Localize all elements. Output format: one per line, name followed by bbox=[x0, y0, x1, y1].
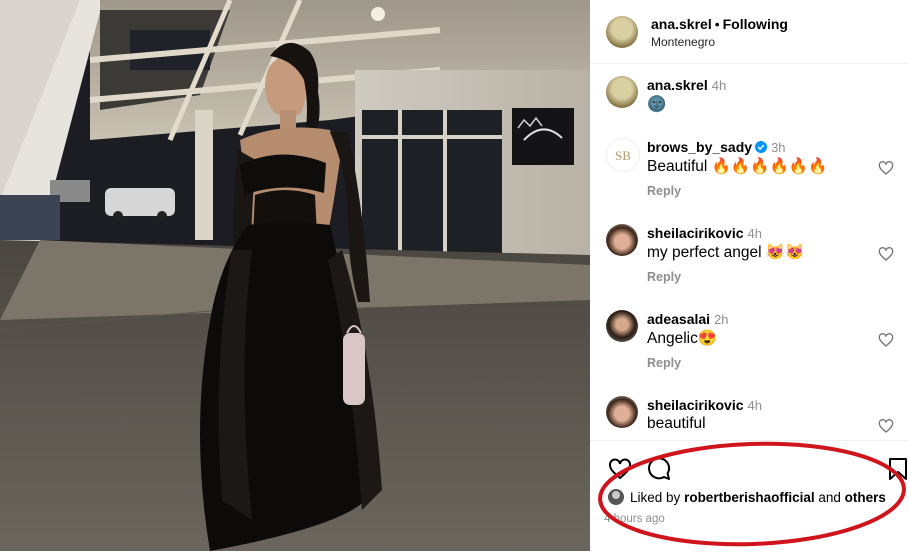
post-header: ana.skrel • Following Montenegro bbox=[590, 0, 909, 64]
comment-text: Beautiful 🔥🔥🔥🔥🔥🔥 bbox=[647, 158, 828, 175]
reply-button[interactable]: Reply bbox=[647, 184, 681, 198]
author-line: ana.skrel • Following bbox=[651, 16, 788, 32]
brand-logo-icon: SB bbox=[615, 148, 631, 163]
comment-header: sheilacirikovic 4h bbox=[647, 397, 762, 413]
reply-button[interactable]: Reply bbox=[647, 270, 681, 284]
author-avatar[interactable] bbox=[606, 16, 638, 48]
comment-text: my perfect angel 😻😻 bbox=[647, 244, 805, 261]
reply-button[interactable]: Reply bbox=[647, 356, 681, 370]
comment-header: sheilacirikovic 4h bbox=[647, 225, 762, 241]
commenter-username[interactable]: brows_by_sady bbox=[647, 139, 752, 155]
comment-time[interactable]: 4h bbox=[712, 78, 726, 93]
comment-time[interactable]: 4h bbox=[748, 226, 762, 241]
heart-icon[interactable] bbox=[878, 332, 894, 348]
author-username[interactable]: ana.skrel bbox=[651, 16, 712, 32]
commenter-avatar[interactable]: SB bbox=[606, 138, 640, 172]
commenter-avatar[interactable] bbox=[606, 396, 638, 428]
heart-icon[interactable] bbox=[878, 246, 894, 262]
commenter-username[interactable]: adeasalai bbox=[647, 311, 710, 327]
location-link[interactable]: Montenegro bbox=[651, 35, 715, 49]
svg-text:SB: SB bbox=[615, 148, 631, 163]
comment-time[interactable]: 2h bbox=[714, 312, 728, 327]
commenter-username[interactable]: ana.skrel bbox=[647, 77, 708, 93]
annotation-circle bbox=[598, 441, 906, 547]
comment-header: brows_by_sady 3h bbox=[647, 139, 786, 155]
heart-icon[interactable] bbox=[878, 418, 894, 434]
commenter-username[interactable]: sheilacirikovic bbox=[647, 397, 744, 413]
comment-text: 🌚 bbox=[647, 96, 667, 113]
heart-icon[interactable] bbox=[878, 160, 894, 176]
post-photo[interactable] bbox=[0, 0, 590, 551]
comment-header: adeasalai 2h bbox=[647, 311, 729, 327]
commenter-username[interactable]: sheilacirikovic bbox=[647, 225, 744, 241]
commenter-avatar[interactable] bbox=[606, 310, 638, 342]
comment-time[interactable]: 4h bbox=[748, 398, 762, 413]
comment-text: Angelic😍 bbox=[647, 330, 718, 347]
post-image bbox=[0, 0, 590, 551]
comment-header: ana.skrel 4h bbox=[647, 77, 726, 93]
comment-time[interactable]: 3h bbox=[771, 140, 785, 155]
following-button[interactable]: Following bbox=[723, 16, 788, 32]
commenter-avatar[interactable] bbox=[606, 76, 638, 108]
verified-icon bbox=[755, 141, 768, 153]
comment-text: beautiful bbox=[647, 415, 706, 432]
separator-dot: • bbox=[714, 16, 720, 32]
commenter-avatar[interactable] bbox=[606, 224, 638, 256]
